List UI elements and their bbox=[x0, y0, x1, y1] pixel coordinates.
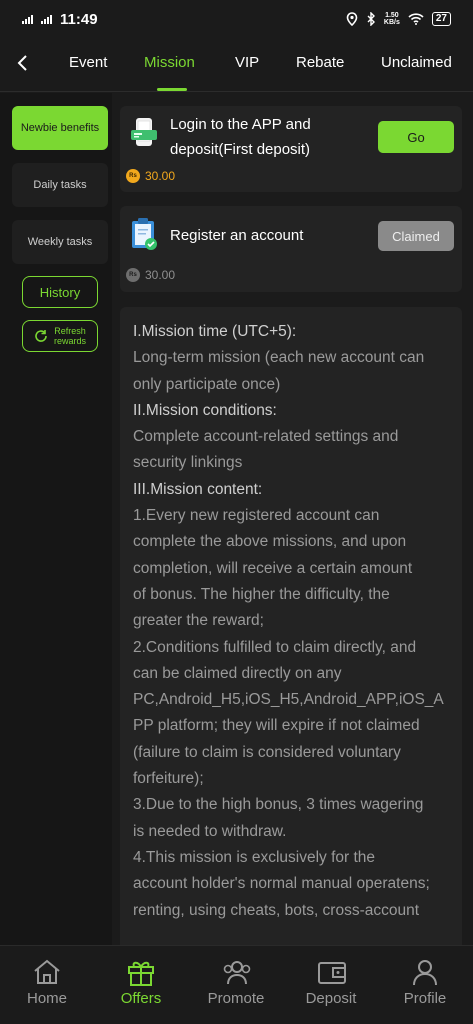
net-speed-value: 1.50 bbox=[385, 12, 399, 19]
nav-deposit[interactable]: Deposit bbox=[284, 946, 378, 1024]
nav-home[interactable]: Home bbox=[0, 946, 94, 1024]
home-icon bbox=[34, 959, 60, 984]
bluetooth-icon bbox=[367, 12, 375, 26]
rules-text: forfeiture); bbox=[133, 770, 204, 788]
net-speed-unit: KB/s bbox=[383, 19, 400, 26]
rules-text: of bonus. The higher the difficulty, the bbox=[133, 585, 390, 603]
go-button[interactable]: Go bbox=[378, 121, 454, 153]
rules-text: Long-term mission (each new account can bbox=[133, 349, 425, 367]
rules-text: PP platform; they will expire if not cla… bbox=[133, 717, 420, 735]
mission-title-line1: Login to the APP and bbox=[170, 116, 311, 133]
rules-text: 2.Conditions fulfilled to claim directly… bbox=[133, 638, 417, 656]
network-speed: 1.50 KB/s bbox=[384, 12, 400, 26]
sidebar-item-daily-tasks[interactable]: Daily tasks bbox=[12, 163, 108, 207]
clock: 11:49 bbox=[60, 10, 98, 28]
reward-amount: 30.00 bbox=[145, 268, 176, 282]
rupee-coin-icon: Rs bbox=[126, 169, 140, 183]
rules-text: complete the above missions, and upon bbox=[133, 533, 407, 551]
tab-vip[interactable]: VIP bbox=[235, 54, 259, 71]
clipboard-check-icon bbox=[132, 218, 157, 250]
mission-card-register: Register an account Claimed Rs 30.00 bbox=[120, 206, 462, 292]
back-button[interactable] bbox=[10, 50, 34, 76]
refresh-rewards-label: Refresh rewards bbox=[54, 326, 86, 346]
chevron-left-icon bbox=[17, 55, 27, 71]
refresh-label-line2: rewards bbox=[53, 336, 86, 346]
tab-mission[interactable]: Mission bbox=[144, 54, 195, 71]
group-icon bbox=[223, 961, 251, 985]
rules-text: only participate once) bbox=[133, 375, 281, 393]
rules-text: (failure to claim is considered voluntar… bbox=[133, 743, 401, 761]
status-right: 1.50 KB/s 27 bbox=[346, 12, 451, 26]
rules-text: PC,Android_H5,iOS_H5,Android_APP,iOS_A bbox=[133, 691, 444, 709]
rules-heading-time: I.Mission time (UTC+5): bbox=[133, 323, 297, 340]
rules-text: can be claimed directly on any bbox=[133, 664, 342, 682]
history-button[interactable]: History bbox=[22, 276, 98, 308]
rules-text: 1.Every new registered account can bbox=[133, 507, 380, 525]
signal-icon bbox=[22, 14, 33, 24]
wallet-icon bbox=[318, 962, 346, 984]
reward-amount: 30.00 bbox=[145, 169, 176, 183]
wifi-icon bbox=[408, 13, 424, 25]
active-tab-indicator bbox=[157, 88, 187, 91]
status-bar: 11:49 1.50 KB/s 27 bbox=[0, 0, 473, 38]
nav-offers-label: Offers bbox=[120, 990, 162, 1007]
tab-event[interactable]: Event bbox=[69, 54, 107, 71]
gift-icon bbox=[128, 961, 154, 986]
sidebar-item-weekly-tasks[interactable]: Weekly tasks bbox=[12, 220, 108, 264]
signal-icon-2 bbox=[41, 14, 52, 24]
nav-profile-label: Profile bbox=[403, 990, 447, 1007]
rules-text: security linkings bbox=[133, 454, 243, 472]
mission-reward: Rs 30.00 bbox=[126, 169, 175, 183]
mission-rules-panel: I.Mission time (UTC+5): Long-term missio… bbox=[120, 307, 462, 947]
rules-text: Complete account-related settings and bbox=[133, 428, 399, 446]
bottom-navigation: Home Offers Promote Deposit Profile bbox=[0, 945, 473, 1024]
refresh-rewards-button[interactable]: Refresh rewards bbox=[22, 320, 98, 352]
rules-text: account holder's normal manual operatens… bbox=[133, 875, 430, 893]
rules-text: 4.This mission is exclusively for the bbox=[133, 848, 376, 866]
rules-text: renting, using cheats, bots, cross-accou… bbox=[133, 901, 420, 919]
mission-card-first-deposit: Login to the APP and deposit(First depos… bbox=[120, 106, 462, 192]
rules-text: completion, will receive a certain amoun… bbox=[133, 559, 413, 577]
rules-heading-conditions: II.Mission conditions: bbox=[133, 401, 277, 419]
nav-home-label: Home bbox=[26, 990, 67, 1007]
tab-rebate[interactable]: Rebate bbox=[296, 54, 344, 71]
profile-icon bbox=[413, 960, 437, 986]
top-navigation: Event Mission VIP Rebate Unclaimed bbox=[0, 38, 473, 92]
tab-unclaimed[interactable]: Unclaimed bbox=[381, 54, 452, 71]
refresh-label-line1: Refresh bbox=[54, 326, 86, 336]
status-left: 11:49 bbox=[22, 11, 98, 28]
nav-promote[interactable]: Promote bbox=[189, 946, 283, 1024]
mission-title: Register an account bbox=[170, 227, 304, 244]
rules-heading-content: III.Mission content: bbox=[133, 480, 263, 498]
rupee-coin-icon: Rs bbox=[126, 268, 140, 282]
nav-profile[interactable]: Profile bbox=[378, 946, 472, 1024]
sidebar-item-newbie-benefits[interactable]: Newbie benefits bbox=[12, 106, 108, 150]
location-icon bbox=[346, 12, 358, 26]
rules-text: greater the reward; bbox=[133, 612, 264, 630]
category-sidebar: Newbie benefits Daily tasks Weekly tasks… bbox=[0, 93, 112, 945]
phone-deposit-icon bbox=[131, 118, 157, 146]
mission-reward: Rs 30.00 bbox=[126, 268, 175, 282]
nav-promote-label: Promote bbox=[207, 990, 265, 1007]
nav-offers[interactable]: Offers bbox=[94, 946, 188, 1024]
refresh-icon bbox=[35, 330, 47, 342]
nav-deposit-label: Deposit bbox=[305, 990, 357, 1007]
rules-text: 3.Due to the high bonus, 3 times wagerin… bbox=[133, 796, 424, 814]
battery-indicator: 27 bbox=[431, 12, 451, 26]
claimed-button[interactable]: Claimed bbox=[378, 221, 454, 251]
mission-title-line2: deposit(First deposit) bbox=[170, 141, 311, 158]
rules-text: is needed to withdraw. bbox=[133, 822, 287, 840]
